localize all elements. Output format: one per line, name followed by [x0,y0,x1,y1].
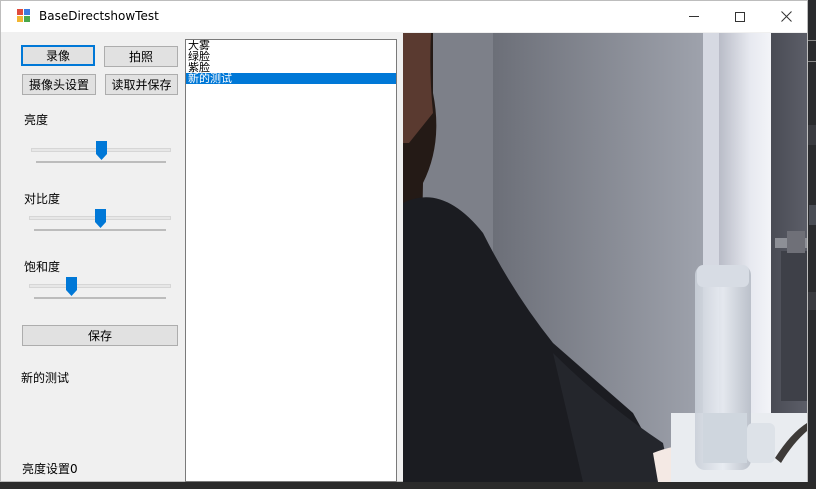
record-button[interactable]: 录像 [21,45,95,66]
preset-listbox[interactable]: 大雾 绿脸 紫脸 新的测试 [185,39,397,482]
desktop-background [808,0,816,489]
save-button[interactable]: 保存 [22,325,178,346]
close-icon [780,11,792,22]
slider-thumb[interactable] [65,277,77,296]
list-item[interactable]: 紫脸 [186,62,396,73]
list-item[interactable]: 大雾 [186,40,396,51]
title-bar[interactable]: BaseDirectshowTest [1,1,807,32]
saturation-slider[interactable] [29,277,171,305]
brightness-label: 亮度 [24,113,49,127]
photo-button[interactable]: 拍照 [104,46,178,67]
app-icon [17,9,31,23]
window-title: BaseDirectshowTest [39,9,159,23]
slider-ticks [34,229,166,231]
camera-frame [403,33,807,482]
camera-preview [403,33,807,482]
camera-settings-button[interactable]: 摄像头设置 [22,74,96,95]
contrast-slider[interactable] [29,209,171,237]
slider-ticks [36,161,166,163]
contrast-label: 对比度 [24,192,61,206]
slider-ticks [34,297,166,299]
list-item[interactable]: 绿脸 [186,51,396,62]
slider-track [29,284,171,288]
maximize-icon [735,11,745,22]
current-preset-label: 新的测试 [21,371,70,385]
close-button[interactable] [763,1,809,32]
minimize-icon [689,16,699,17]
slider-thumb[interactable] [96,141,107,160]
slider-thumb[interactable] [95,209,106,228]
status-text: 亮度设置0 [22,462,78,476]
list-item[interactable]: 新的测试 [186,73,396,84]
desktop-bottom-edge [0,482,816,489]
minimize-button[interactable] [671,1,717,32]
app-window: BaseDirectshowTest 录像 拍照 摄像头设置 读取并保存 亮度 … [0,0,808,482]
brightness-slider[interactable] [31,141,171,169]
read-save-button[interactable]: 读取并保存 [105,74,178,95]
saturation-label: 饱和度 [24,260,61,274]
maximize-button[interactable] [717,1,763,32]
